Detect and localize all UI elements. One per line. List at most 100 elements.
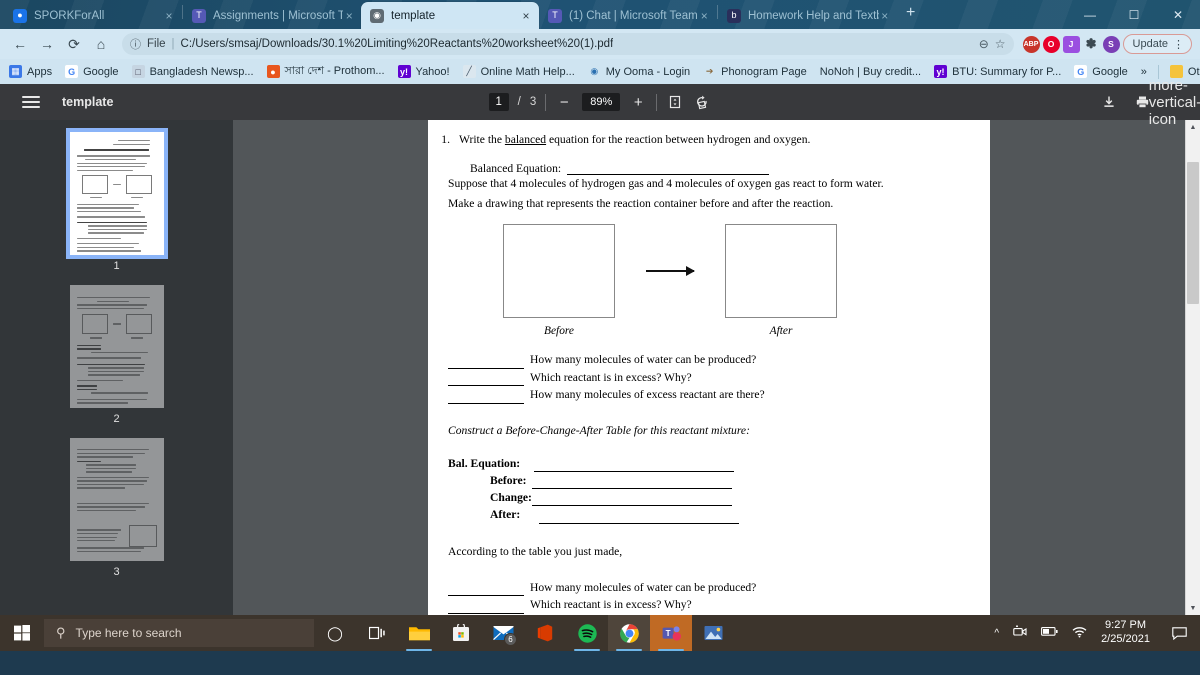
search-input[interactable]: ⚲ Type here to search — [44, 619, 314, 647]
bookmark-btu-summary[interactable]: y! BTU: Summary for P... — [934, 65, 1061, 78]
bookmark-google-2[interactable]: G Google — [1074, 65, 1128, 78]
microsoft-teams-icon[interactable]: T — [650, 615, 692, 651]
scroll-up-arrow[interactable]: ▲ — [1190, 120, 1197, 134]
file-explorer-icon[interactable] — [398, 615, 440, 651]
bookmark-google[interactable]: G Google — [65, 65, 119, 78]
bookmark-label: Apps — [27, 65, 53, 78]
battery-icon[interactable] — [1041, 626, 1058, 640]
zoom-indicator-icon[interactable]: ⊖ — [979, 37, 989, 51]
photos-icon[interactable] — [692, 615, 734, 651]
tab-close-button[interactable]: × — [343, 9, 355, 23]
bookmark-apps[interactable]: ▦ Apps — [9, 65, 52, 78]
browser-window: ● SPORKForAll × T Assignments | Microsof… — [0, 0, 1200, 675]
before-drawing-box[interactable] — [503, 224, 615, 319]
answer-blank[interactable] — [448, 391, 524, 404]
site-info-icon[interactable]: ⓘ — [130, 36, 141, 52]
new-tab-button[interactable]: + — [896, 4, 925, 26]
scroll-down-arrow[interactable]: ▼ — [1190, 601, 1197, 615]
scrollbar-thumb[interactable] — [1187, 162, 1199, 304]
bookmark-online-math-help[interactable]: ╱ Online Math Help... — [462, 65, 575, 78]
profile-avatar[interactable]: S — [1102, 35, 1120, 53]
phonogram-icon: ➔ — [703, 65, 717, 78]
chevron-up-icon[interactable]: ^ — [994, 628, 999, 639]
zoom-level-label[interactable]: 89% — [582, 93, 621, 111]
wifi-icon[interactable] — [1072, 626, 1087, 641]
update-button[interactable]: Update ⋮ — [1122, 34, 1192, 54]
spotify-icon[interactable] — [566, 615, 608, 651]
bca-blank[interactable] — [534, 459, 735, 473]
pdf-page-area[interactable]: 1. Write the balanced equation for the r… — [233, 120, 1185, 615]
bookmark-phonogram-page[interactable]: ➔ Phonogram Page — [703, 65, 807, 78]
more-vertical-icon[interactable]: ⋮ — [1173, 38, 1184, 51]
office-icon[interactable] — [524, 615, 566, 651]
extensions-puzzle-icon[interactable]: ✽ — [1083, 36, 1100, 53]
answer-blank[interactable] — [448, 583, 524, 597]
rotate-icon[interactable] — [693, 93, 711, 111]
bookmarks-overflow-icon[interactable]: » — [1141, 66, 1147, 78]
fit-page-icon[interactable] — [666, 93, 684, 111]
tab-close-button[interactable]: × — [162, 9, 176, 23]
bca-blank[interactable] — [532, 476, 733, 490]
tab-close-button[interactable]: × — [698, 9, 711, 23]
microsoft-store-icon[interactable] — [440, 615, 482, 651]
reload-icon[interactable]: ⟳ — [62, 32, 86, 56]
page-scrollbar[interactable]: ▲ ▼ — [1185, 120, 1200, 615]
maximize-button[interactable]: ☐ — [1112, 0, 1156, 29]
thumbnail-item-1[interactable]: 1 — [65, 128, 168, 272]
zoom-in-button[interactable]: + — [629, 94, 647, 111]
tab-assignments-teams[interactable]: T Assignments | Microsoft Teams × — [183, 2, 361, 29]
caption-before: Before — [544, 325, 574, 338]
adblock-plus-icon[interactable]: ABP — [1022, 35, 1040, 53]
answer-blank[interactable] — [448, 601, 524, 614]
task-view-icon[interactable] — [356, 615, 398, 651]
minimize-button[interactable]: — — [1068, 0, 1112, 29]
back-icon[interactable]: ← — [8, 32, 32, 56]
mail-icon[interactable]: 6 — [482, 615, 524, 651]
address-bar[interactable]: ⓘ File | C:/Users/smsaj/Downloads/30.1%2… — [122, 33, 1014, 55]
tab-close-button[interactable]: × — [519, 9, 533, 23]
thumbnail-page-2[interactable] — [69, 285, 164, 408]
answer-blank[interactable] — [448, 373, 524, 387]
opera-vpn-icon[interactable]: O — [1042, 35, 1060, 53]
bookmark-bangladesh-newspapers[interactable]: □ Bangladesh Newsp... — [131, 65, 254, 78]
cortana-circle-icon[interactable]: ◯ — [314, 615, 356, 651]
tab-title: Assignments | Microsoft Teams — [213, 9, 344, 22]
scrollbar-track[interactable] — [1186, 134, 1200, 601]
close-window-button[interactable]: ✕ — [1156, 0, 1200, 29]
camera-icon[interactable] — [1013, 625, 1027, 641]
according-line: According to the table you just made, — [448, 544, 623, 558]
home-icon[interactable]: ⌂ — [89, 32, 113, 56]
grammarly-icon[interactable]: J — [1062, 35, 1080, 53]
windows-start-icon[interactable] — [0, 615, 44, 651]
zoom-out-button[interactable]: − — [555, 94, 573, 111]
make-drawing-text: Make a drawing that represents the react… — [448, 196, 834, 210]
tab-homework-help[interactable]: b Homework Help and Textbook S... × — [718, 2, 896, 29]
bca-blank[interactable] — [531, 493, 732, 507]
diagram-captions: Before After — [438, 325, 968, 337]
thumbnail-page-3[interactable] — [69, 438, 164, 561]
action-center-icon[interactable] — [1164, 626, 1194, 640]
balanced-equation-blank[interactable] — [567, 162, 770, 176]
bca-blank[interactable] — [539, 511, 740, 524]
tab-template[interactable]: ◉ template × — [361, 2, 539, 29]
tab-sporkforall[interactable]: ● SPORKForAll × — [4, 2, 182, 29]
forward-icon[interactable]: → — [35, 32, 59, 56]
thumbnail-page-1[interactable] — [65, 128, 168, 259]
tab-chat-teams[interactable]: T (1) Chat | Microsoft Teams × — [539, 2, 717, 29]
page-number-input[interactable]: 1 — [488, 93, 509, 111]
chrome-icon[interactable] — [608, 615, 650, 651]
bookmark-star-icon[interactable]: ☆ — [995, 37, 1006, 51]
google-icon: G — [65, 65, 79, 78]
pdf-page-1: 1. Write the balanced equation for the r… — [428, 120, 990, 615]
clock[interactable]: 9:27 PM 2/25/2021 — [1101, 619, 1150, 647]
bookmark-prothom-alo[interactable]: ● সারা দেশ - Prothom... — [266, 62, 385, 81]
after-drawing-box[interactable] — [725, 224, 837, 319]
tab-close-button[interactable]: × — [879, 9, 890, 23]
bookmark-yahoo[interactable]: y! Yahoo! — [397, 65, 450, 78]
answer-blank[interactable] — [448, 356, 524, 369]
question-1-lead-post: equation for the reaction between hydrog… — [546, 133, 811, 146]
bookmark-nonoh[interactable]: NoNoh | Buy credit... — [820, 66, 921, 78]
thumbnail-item-3[interactable]: 3 — [69, 438, 164, 578]
thumbnail-item-2[interactable]: 2 — [69, 285, 164, 425]
bookmark-my-ooma[interactable]: ◉ My Ooma - Login — [587, 65, 690, 78]
